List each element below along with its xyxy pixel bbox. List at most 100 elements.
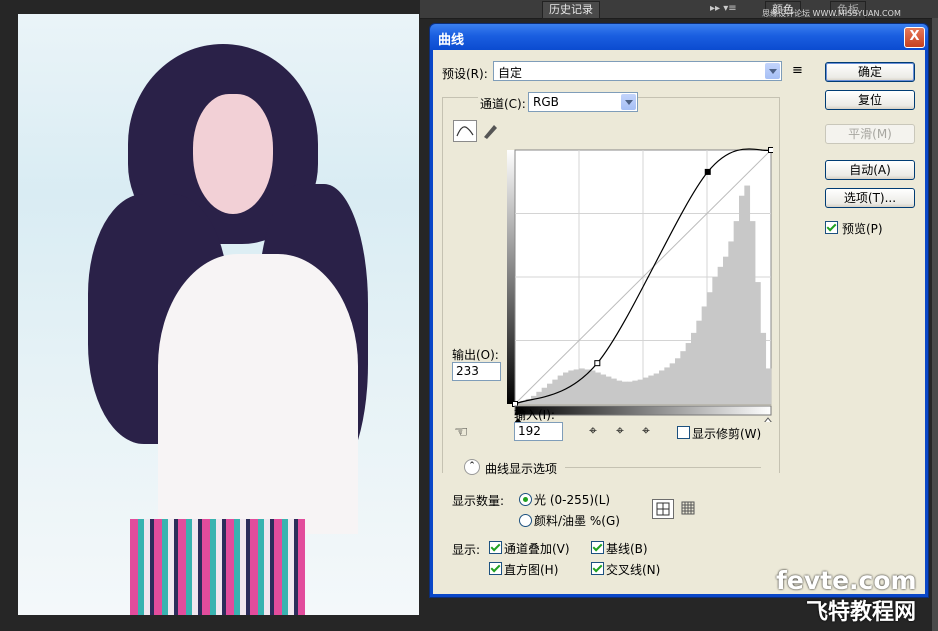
- show-clipping-checkbox[interactable]: [677, 426, 690, 439]
- histogram-label: 直方图(H): [504, 563, 559, 577]
- curve-graph[interactable]: [501, 122, 773, 422]
- histogram-bar: [611, 378, 617, 404]
- intersection-label: 交叉线(N): [606, 563, 661, 577]
- input-field[interactable]: 192: [514, 422, 563, 441]
- preset-label: 预设(R):: [442, 67, 488, 81]
- channel-label: 通道(C):: [478, 95, 528, 112]
- histogram-bar: [707, 292, 713, 404]
- light-radio[interactable]: [519, 493, 532, 506]
- output-gradient-bar: [507, 150, 515, 404]
- tab-history[interactable]: 历史记录: [542, 1, 600, 19]
- portrait-photo: [18, 14, 419, 615]
- pigment-radio[interactable]: [519, 514, 532, 527]
- histogram-bar: [675, 358, 681, 404]
- preset-value: 自定: [498, 66, 523, 80]
- chevron-down-icon[interactable]: [765, 63, 780, 79]
- histogram-bar: [600, 374, 607, 404]
- histogram-bar: [669, 363, 676, 404]
- histogram-bar: [595, 372, 601, 404]
- channel-overlays-label: 通道叠加(V): [504, 542, 570, 556]
- pigment-option-label: 颜料/油墨 %(G): [534, 514, 620, 528]
- histogram-bar: [765, 368, 772, 404]
- histogram-bar: [739, 195, 745, 404]
- curve-point-tool-icon[interactable]: [453, 120, 477, 142]
- channel-value: RGB: [533, 95, 559, 109]
- site-watermark: 思缘设计论坛 WWW.MISSYUAN.COM: [762, 9, 901, 18]
- histogram-bar: [659, 370, 665, 404]
- watermark-site-name: 飞特教程网: [806, 600, 917, 625]
- dialog-titlebar[interactable]: 曲线 X: [430, 24, 928, 50]
- channel-overlays-checkbox[interactable]: [489, 541, 502, 554]
- dialog-title: 曲线: [438, 33, 465, 48]
- hand-adjust-icon[interactable]: ☜: [454, 422, 468, 441]
- histogram-bar: [579, 368, 585, 404]
- histogram-bar: [616, 380, 623, 404]
- output-input[interactable]: 233: [452, 362, 501, 381]
- simple-grid-icon[interactable]: [652, 499, 674, 519]
- histogram-bar: [760, 332, 767, 404]
- smooth-button[interactable]: 平滑(M): [825, 124, 915, 144]
- histogram-bar: [621, 381, 628, 404]
- preview-label: 预览(P): [842, 222, 883, 236]
- black-eyedropper-icon[interactable]: ⌖: [584, 422, 602, 440]
- panel-tab-bar: 历史记录 ▸▸ ▾≡ 颜色 色板 思缘设计论坛 WWW.MISSYUAN.COM: [420, 0, 938, 19]
- auto-button[interactable]: 自动(A): [825, 160, 915, 180]
- options-button[interactable]: 选项(T)...: [825, 188, 915, 208]
- dialog-client: 预设(R): 自定 ≡ 确定 复位 平滑(M) 自动(A) 选项(T)... 预…: [433, 50, 925, 594]
- histogram-bar: [605, 376, 612, 404]
- intersection-checkbox[interactable]: [591, 562, 604, 575]
- right-panel-strip: [932, 18, 938, 631]
- curve-point: [594, 360, 601, 367]
- preset-select[interactable]: 自定: [493, 61, 782, 81]
- histogram-bar: [632, 380, 639, 404]
- show-amount-label: 显示数量:: [452, 494, 505, 508]
- light-option-label: 光 (0-255)(L): [534, 493, 611, 507]
- detailed-grid-icon[interactable]: [678, 499, 698, 517]
- histogram-checkbox[interactable]: [489, 562, 502, 575]
- chevron-down-icon[interactable]: [621, 94, 636, 110]
- baseline-label: 基线(B): [606, 542, 648, 556]
- white-eyedropper-icon[interactable]: ⌖: [637, 422, 655, 440]
- histogram-bar: [653, 373, 660, 404]
- histogram-bar: [723, 256, 729, 404]
- histogram-bar: [712, 277, 719, 404]
- watermark-domain: fevte.com: [776, 566, 917, 595]
- gray-eyedropper-icon[interactable]: ⌖: [611, 422, 629, 440]
- ok-button[interactable]: 确定: [825, 62, 915, 82]
- histogram-bar: [648, 375, 655, 404]
- close-button[interactable]: X: [904, 27, 925, 48]
- histogram-bar: [749, 221, 756, 404]
- curve-point: [768, 147, 773, 153]
- histogram-bar: [552, 379, 559, 404]
- histogram-bar: [696, 320, 703, 404]
- histogram-bar: [733, 221, 740, 404]
- curves-dialog: 曲线 X 预设(R): 自定 ≡ 确定 复位 平滑(M) 自动(A) 选项(T)…: [429, 23, 929, 598]
- pencil-icon[interactable]: [481, 120, 499, 140]
- white-point-slider[interactable]: [764, 417, 772, 422]
- histogram-bar: [717, 266, 724, 404]
- divider: [565, 467, 761, 468]
- panel-collapse-icon[interactable]: ▸▸ ▾≡: [710, 3, 737, 14]
- histogram-bar: [680, 351, 687, 404]
- histogram-bar: [643, 377, 649, 404]
- show-label: 显示:: [452, 543, 481, 557]
- chevron-up-icon[interactable]: ⌃: [464, 459, 480, 475]
- show-clipping-label: 显示修剪(W): [692, 427, 762, 441]
- preview-checkbox[interactable]: [825, 221, 838, 234]
- histogram-bar: [691, 332, 697, 404]
- histogram-bar: [547, 383, 553, 404]
- histogram-bar: [627, 381, 633, 404]
- histogram-bar: [637, 379, 644, 404]
- curve-point: [704, 168, 711, 175]
- histogram-bar: [744, 185, 751, 404]
- histogram-bar: [573, 369, 580, 404]
- baseline-checkbox[interactable]: [591, 541, 604, 554]
- reset-button[interactable]: 复位: [825, 90, 915, 110]
- output-label: 输出(O):: [452, 348, 499, 362]
- histogram-bar: [701, 306, 708, 404]
- histogram-bar: [664, 367, 671, 404]
- preset-options-icon[interactable]: ≡: [792, 63, 803, 78]
- channel-select[interactable]: RGB: [528, 92, 638, 112]
- input-label: 输入(I):: [514, 408, 555, 422]
- histogram-bar: [589, 370, 596, 404]
